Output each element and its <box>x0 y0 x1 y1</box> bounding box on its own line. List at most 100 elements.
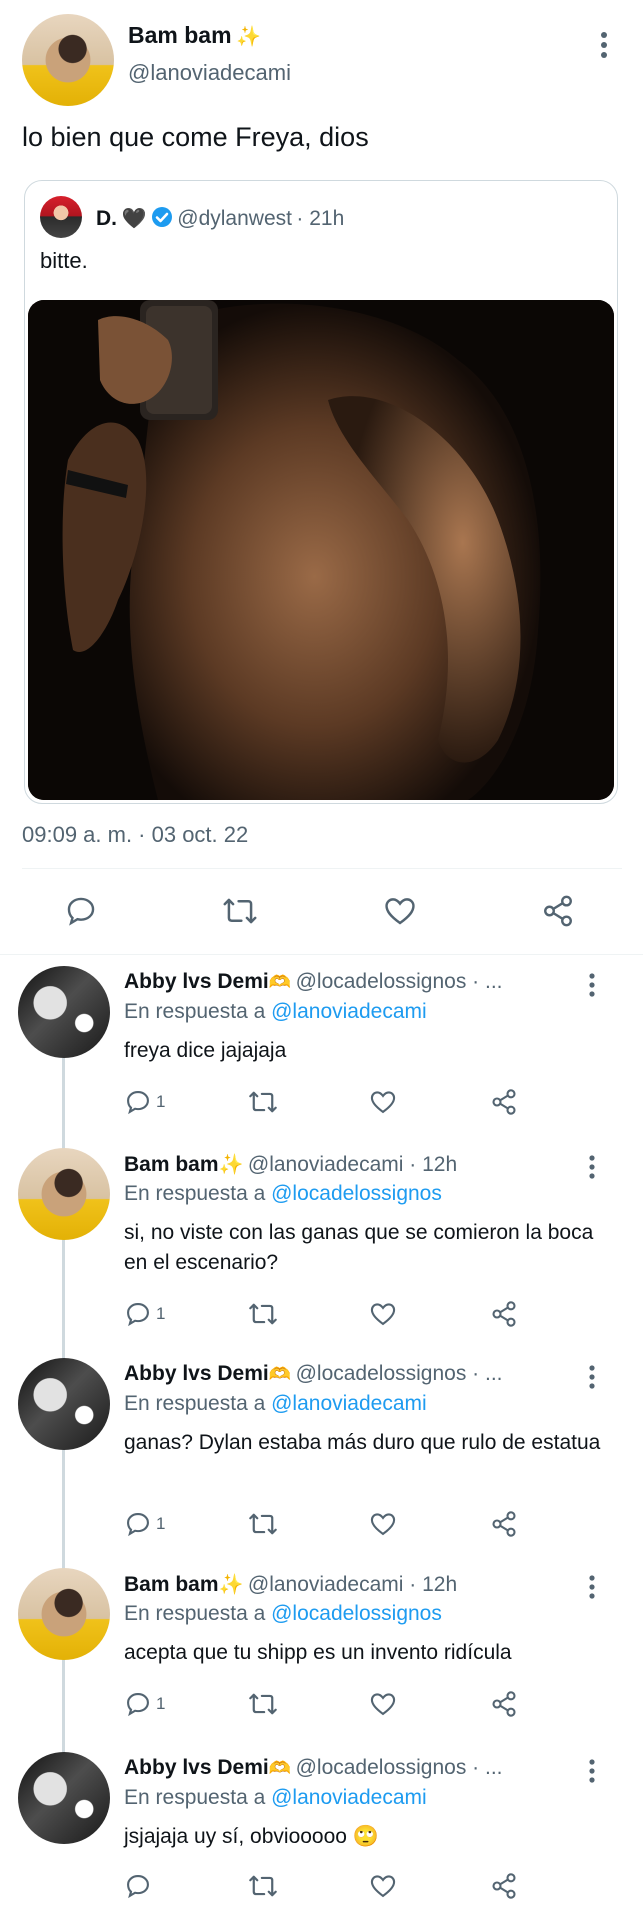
avatar[interactable] <box>22 14 114 106</box>
divider <box>22 868 622 869</box>
sparkle-icon: ✨ <box>236 26 261 48</box>
speech-bubble-icon[interactable] <box>124 1872 152 1900</box>
reply-action-bar: 1 <box>124 1690 524 1720</box>
retweet-icon[interactable] <box>248 1872 278 1900</box>
reply-to-link[interactable]: @lanoviadecami <box>271 1786 427 1809</box>
quoted-author-name: D. <box>96 207 117 230</box>
reply-to-link[interactable]: @lanoviadecami <box>271 1392 427 1415</box>
share-icon[interactable] <box>490 1300 518 1328</box>
reply-text: ganas? Dylan estaba más duro que rulo de… <box>124 1431 601 1454</box>
author-handle[interactable]: @lanoviadecami · 12h <box>248 1153 457 1176</box>
heart-icon[interactable] <box>369 1510 397 1538</box>
more-vertical-icon[interactable] <box>584 972 600 1003</box>
author-name[interactable]: Abby lvs Demi <box>124 970 269 993</box>
heart-icon[interactable] <box>369 1872 397 1900</box>
more-vertical-icon[interactable] <box>584 1364 600 1395</box>
retweet-icon[interactable] <box>248 1510 278 1538</box>
author-handle[interactable]: @locadelossignos · ... <box>296 1362 503 1385</box>
sparkle-icon: ✨ <box>218 1574 244 1596</box>
retweet-icon[interactable] <box>248 1690 278 1718</box>
heart-icon[interactable] <box>383 894 417 928</box>
heart-icon[interactable] <box>369 1300 397 1328</box>
reply-action-bar: 1 <box>124 1510 524 1540</box>
reply-action-bar: 1 <box>124 1300 524 1330</box>
speech-bubble-icon[interactable] <box>124 1510 152 1538</box>
author-handle[interactable]: @lanoviadecami <box>128 60 291 86</box>
reply-text: jsjajaja uy sí, obviooooo 🙄 <box>124 1825 379 1848</box>
reply-prefix: En respuesta a <box>124 1392 266 1415</box>
reply-header: Bam bam✨ @lanoviadecami · 12h <box>124 1572 457 1597</box>
reply-action-bar <box>124 1872 524 1902</box>
author-handle[interactable]: @lanoviadecami · 12h <box>248 1573 457 1596</box>
tweet-text: lo bien que come Freya, dios <box>22 122 369 152</box>
author-name[interactable]: Bam bam <box>128 22 232 48</box>
quoted-age: · 21h <box>296 207 345 230</box>
hands-emoji-icon: 🫶 <box>268 1758 292 1778</box>
author-row: Bam bam ✨ <box>128 22 261 49</box>
author-name[interactable]: Abby lvs Demi <box>124 1756 269 1779</box>
author-name[interactable]: Bam bam <box>124 1153 219 1176</box>
reply-to-link[interactable]: @locadelossignos <box>271 1602 442 1625</box>
reply-context: En respuesta a @lanoviadecami <box>124 1786 427 1810</box>
avatar[interactable] <box>18 1568 110 1660</box>
retweet-icon[interactable] <box>248 1300 278 1328</box>
reply-text: freya dice jajajaja <box>124 1039 287 1062</box>
speech-bubble-icon[interactable] <box>124 1088 152 1116</box>
more-vertical-icon[interactable] <box>584 1154 600 1185</box>
speech-bubble-icon[interactable] <box>124 1690 152 1718</box>
hands-emoji-icon: 🫶 <box>268 1364 292 1384</box>
share-icon[interactable] <box>540 894 576 928</box>
more-vertical-icon[interactable] <box>594 30 614 60</box>
author-name[interactable]: Abby lvs Demi <box>124 1362 269 1385</box>
tweet-timestamp[interactable]: 09:09 a. m. · 03 oct. 22 <box>22 822 248 848</box>
heart-icon[interactable] <box>369 1690 397 1718</box>
quoted-avatar <box>40 196 82 238</box>
quoted-author-row: D. 🖤 @dylanwest · 21h <box>96 206 344 233</box>
reply-count: 1 <box>156 1514 166 1533</box>
avatar[interactable] <box>18 966 110 1058</box>
reply-action-bar: 1 <box>124 1088 524 1118</box>
more-vertical-icon[interactable] <box>584 1574 600 1605</box>
share-icon[interactable] <box>490 1872 518 1900</box>
speech-bubble-icon[interactable] <box>124 1300 152 1328</box>
quoted-author-handle: @dylanwest <box>177 207 292 230</box>
avatar[interactable] <box>18 1148 110 1240</box>
reply-prefix: En respuesta a <box>124 1786 266 1809</box>
avatar[interactable] <box>18 1358 110 1450</box>
avatar[interactable] <box>18 1752 110 1844</box>
reply-count: 1 <box>156 1092 166 1111</box>
more-vertical-icon[interactable] <box>584 1758 600 1789</box>
reply-header: Abby lvs Demi🫶 @locadelossignos · ... <box>124 1756 503 1780</box>
verified-badge-icon <box>151 206 173 233</box>
reply-to-link[interactable]: @lanoviadecami <box>271 1000 427 1023</box>
reply-header: Bam bam✨ @lanoviadecami · 12h <box>124 1152 457 1177</box>
author-name[interactable]: Bam bam <box>124 1573 219 1596</box>
black-heart-icon: 🖤 <box>121 208 147 230</box>
author-handle[interactable]: @locadelossignos · ... <box>296 970 503 993</box>
reply-prefix: En respuesta a <box>124 1000 266 1023</box>
reply-prefix: En respuesta a <box>124 1182 266 1205</box>
quoted-media-photo[interactable] <box>28 300 614 800</box>
share-icon[interactable] <box>490 1690 518 1718</box>
reply-context: En respuesta a @locadelossignos <box>124 1602 442 1626</box>
share-icon[interactable] <box>490 1088 518 1116</box>
reply-context: En respuesta a @lanoviadecami <box>124 1392 427 1416</box>
reply-prefix: En respuesta a <box>124 1602 266 1625</box>
divider <box>0 954 643 955</box>
reply-count: 1 <box>156 1694 166 1713</box>
retweet-icon[interactable] <box>248 1088 278 1116</box>
reply-context: En respuesta a @locadelossignos <box>124 1182 442 1206</box>
reply-text: acepta que tu shipp es un invento ridícu… <box>124 1641 512 1664</box>
reply-context: En respuesta a @lanoviadecami <box>124 1000 427 1024</box>
reply-header: Abby lvs Demi🫶 @locadelossignos · ... <box>124 1362 503 1386</box>
reply-to-link[interactable]: @locadelossignos <box>271 1182 442 1205</box>
reply-count: 1 <box>156 1304 166 1323</box>
author-handle[interactable]: @locadelossignos · ... <box>296 1756 503 1779</box>
speech-bubble-icon[interactable] <box>64 894 98 928</box>
heart-icon[interactable] <box>369 1088 397 1116</box>
hands-emoji-icon: 🫶 <box>268 972 292 992</box>
share-icon[interactable] <box>490 1510 518 1538</box>
retweet-icon[interactable] <box>222 894 258 928</box>
reply-text: si, no viste con las ganas que se comier… <box>124 1221 594 1274</box>
quoted-text: bitte. <box>40 248 88 273</box>
